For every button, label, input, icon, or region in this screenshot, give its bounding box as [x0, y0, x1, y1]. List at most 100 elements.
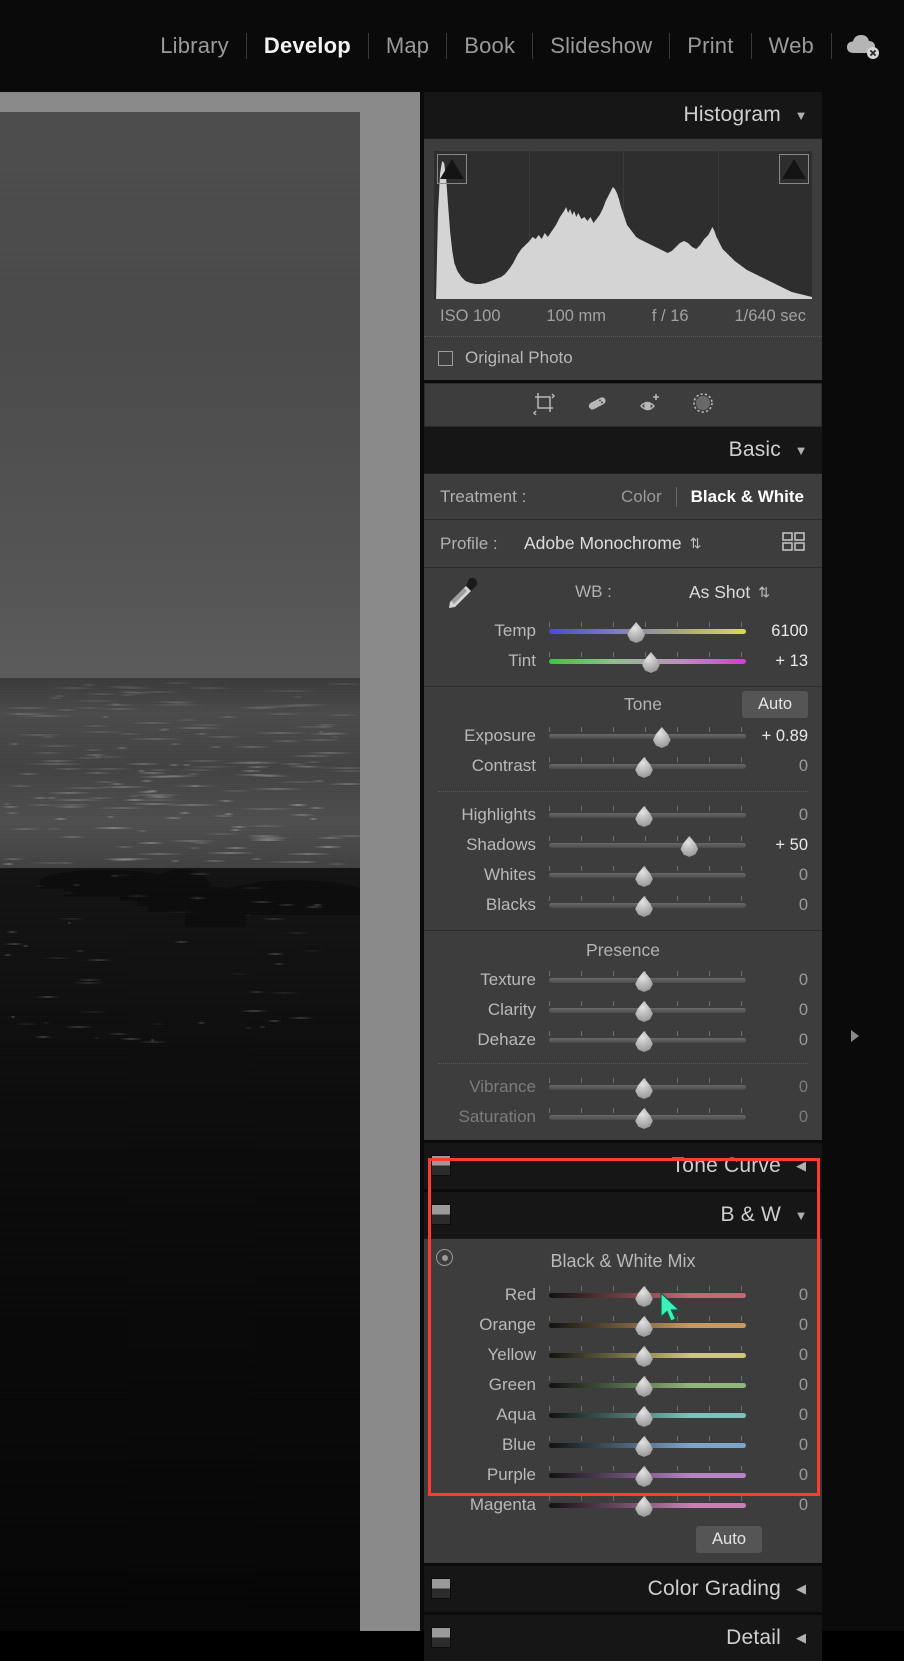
- panel-expand-arrow[interactable]: [845, 1025, 865, 1047]
- slider-row-shadows[interactable]: Shadows + 50: [424, 830, 822, 860]
- slider-value[interactable]: 0: [746, 1466, 808, 1485]
- slider-track-texture[interactable]: [549, 965, 746, 995]
- slider-track-aqua[interactable]: [549, 1400, 746, 1430]
- slider-value[interactable]: 0: [746, 896, 808, 915]
- slider-value[interactable]: 0: [746, 1346, 808, 1365]
- histogram-graph[interactable]: [434, 151, 812, 299]
- slider-value[interactable]: 0: [746, 1406, 808, 1425]
- slider-track-purple[interactable]: [549, 1460, 746, 1490]
- slider-value[interactable]: 0: [746, 1436, 808, 1455]
- slider-track-vibrance[interactable]: [549, 1072, 746, 1102]
- slider-value[interactable]: 0: [746, 1031, 808, 1050]
- slider-row-dehaze[interactable]: Dehaze 0: [424, 1025, 822, 1055]
- slider-value[interactable]: + 50: [746, 836, 808, 855]
- photo-preview[interactable]: [0, 112, 360, 1631]
- bw-panel-header[interactable]: B & W ▼: [424, 1192, 822, 1238]
- slider-track-clarity[interactable]: [549, 995, 746, 1025]
- slider-row-red[interactable]: Red 0: [424, 1280, 822, 1310]
- slider-row-clarity[interactable]: Clarity 0: [424, 995, 822, 1025]
- slider-track-shadows[interactable]: [549, 830, 746, 860]
- slider-track-blue[interactable]: [549, 1430, 746, 1460]
- treatment-option-color[interactable]: Color: [607, 487, 676, 507]
- slider-row-magenta[interactable]: Magenta 0: [424, 1490, 822, 1520]
- slider-track-tint[interactable]: [549, 646, 746, 676]
- crop-overlay-icon[interactable]: [532, 391, 556, 420]
- chevron-left-icon[interactable]: ◀: [794, 1581, 808, 1597]
- slider-row-purple[interactable]: Purple 0: [424, 1460, 822, 1490]
- slider-value[interactable]: 0: [746, 1496, 808, 1515]
- slider-row-texture[interactable]: Texture 0: [424, 965, 822, 995]
- slider-row-temp[interactable]: Temp 6100: [424, 616, 822, 646]
- color-grading-panel-header[interactable]: Color Grading ◀: [424, 1566, 822, 1612]
- slider-row-whites[interactable]: Whites 0: [424, 860, 822, 890]
- basic-panel-header[interactable]: Basic ▼: [424, 427, 822, 473]
- slider-track-saturation[interactable]: [549, 1102, 746, 1132]
- module-print[interactable]: Print: [670, 35, 750, 57]
- stepper-icon[interactable]: ⇅: [758, 584, 770, 601]
- slider-track-red[interactable]: [549, 1280, 746, 1310]
- profile-value[interactable]: Adobe Monochrome: [524, 533, 682, 554]
- masking-icon[interactable]: [691, 391, 715, 420]
- cloud-sync-error-icon[interactable]: [832, 32, 894, 60]
- slider-track-blacks[interactable]: [549, 890, 746, 920]
- shadow-clipping-indicator[interactable]: [437, 154, 467, 184]
- slider-track-dehaze[interactable]: [549, 1025, 746, 1055]
- white-balance-value[interactable]: As Shot: [689, 582, 810, 603]
- slider-value[interactable]: 0: [746, 1078, 808, 1097]
- module-map[interactable]: Map: [369, 35, 446, 57]
- stepper-icon[interactable]: ⇅: [690, 535, 702, 552]
- slider-row-exposure[interactable]: Exposure + 0.89: [424, 721, 822, 751]
- module-library[interactable]: Library: [143, 35, 246, 57]
- slider-track-whites[interactable]: [549, 860, 746, 890]
- slider-value[interactable]: 0: [746, 1376, 808, 1395]
- original-photo-toggle[interactable]: Original Photo: [424, 336, 822, 380]
- histogram-panel-header[interactable]: Histogram ▼: [424, 92, 822, 138]
- bw-auto-button[interactable]: Auto: [696, 1526, 762, 1553]
- treatment-option-black-and-white[interactable]: Black & White: [677, 487, 822, 507]
- module-slideshow[interactable]: Slideshow: [533, 35, 669, 57]
- profile-browser-icon[interactable]: [782, 531, 806, 556]
- checkbox-icon[interactable]: [438, 350, 453, 366]
- bw-panel-switch[interactable]: [431, 1204, 451, 1225]
- color-grading-panel-switch[interactable]: [431, 1578, 451, 1599]
- slider-value[interactable]: 0: [746, 1286, 808, 1305]
- chevron-down-icon[interactable]: ▼: [794, 443, 808, 458]
- slider-row-vibrance[interactable]: Vibrance 0: [424, 1072, 822, 1102]
- slider-track-orange[interactable]: [549, 1310, 746, 1340]
- chevron-left-icon[interactable]: ◀: [794, 1630, 808, 1646]
- slider-row-highlights[interactable]: Highlights 0: [424, 800, 822, 830]
- slider-value[interactable]: 0: [746, 1001, 808, 1020]
- module-book[interactable]: Book: [447, 35, 532, 57]
- slider-row-aqua[interactable]: Aqua 0: [424, 1400, 822, 1430]
- tone-curve-panel-header[interactable]: Tone Curve ◀: [424, 1143, 822, 1189]
- slider-track-highlights[interactable]: [549, 800, 746, 830]
- slider-row-blue[interactable]: Blue 0: [424, 1430, 822, 1460]
- slider-track-contrast[interactable]: [549, 751, 746, 781]
- slider-row-contrast[interactable]: Contrast 0: [424, 751, 822, 781]
- tone-auto-button[interactable]: Auto: [742, 690, 808, 718]
- slider-value[interactable]: 0: [746, 1316, 808, 1335]
- detail-panel-header[interactable]: Detail ◀: [424, 1615, 822, 1661]
- module-web[interactable]: Web: [752, 35, 831, 57]
- spot-removal-icon[interactable]: [585, 391, 609, 420]
- targeted-adjustment-tool-icon[interactable]: [436, 1249, 453, 1266]
- chevron-down-icon[interactable]: ▼: [794, 1208, 808, 1223]
- slider-value[interactable]: 0: [746, 806, 808, 825]
- slider-track-temp[interactable]: [549, 616, 746, 646]
- slider-track-green[interactable]: [549, 1370, 746, 1400]
- white-balance-selector-icon[interactable]: [424, 572, 498, 612]
- module-develop[interactable]: Develop: [247, 35, 368, 57]
- slider-value[interactable]: 0: [746, 757, 808, 776]
- red-eye-correction-icon[interactable]: [638, 391, 662, 420]
- chevron-left-icon[interactable]: ◀: [794, 1158, 808, 1174]
- slider-row-saturation[interactable]: Saturation 0: [424, 1102, 822, 1132]
- highlight-clipping-indicator[interactable]: [779, 154, 809, 184]
- slider-row-tint[interactable]: Tint + 13: [424, 646, 822, 676]
- slider-row-orange[interactable]: Orange 0: [424, 1310, 822, 1340]
- slider-value[interactable]: 0: [746, 1108, 808, 1127]
- detail-panel-switch[interactable]: [431, 1627, 451, 1648]
- slider-track-magenta[interactable]: [549, 1490, 746, 1520]
- slider-row-blacks[interactable]: Blacks 0: [424, 890, 822, 920]
- slider-value[interactable]: + 0.89: [746, 727, 808, 746]
- tone-curve-panel-switch[interactable]: [431, 1155, 451, 1176]
